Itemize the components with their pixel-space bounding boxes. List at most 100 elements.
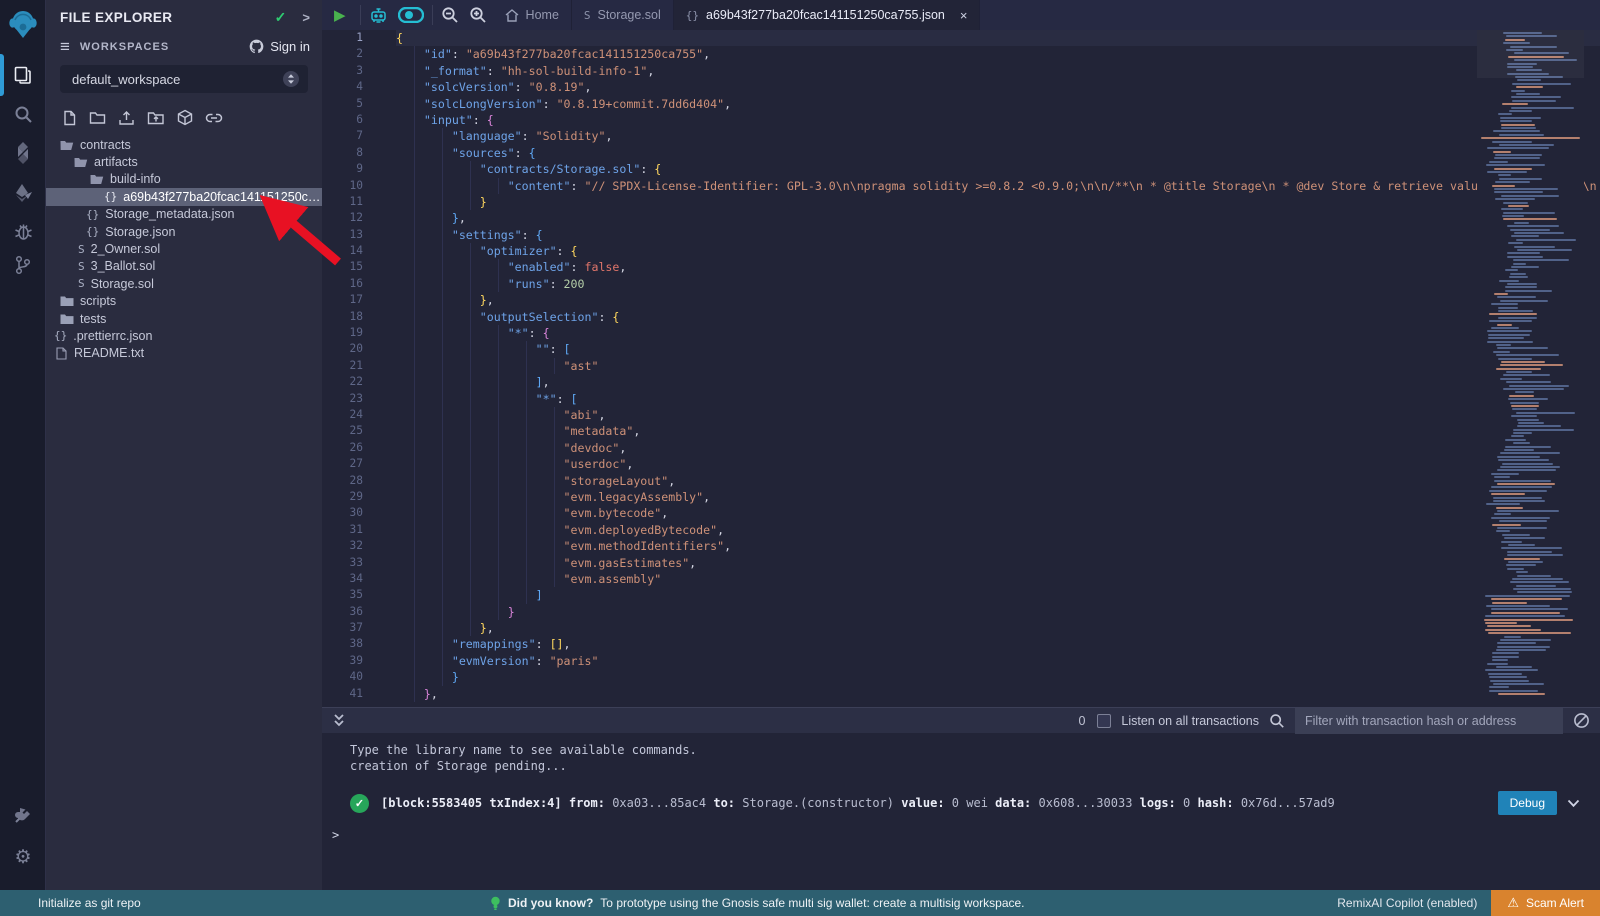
- folder-open-icon: [74, 156, 88, 168]
- tree-item-label: 3_Ballot.sol: [91, 259, 156, 273]
- tree-item-3-ballot-sol[interactable]: S3_Ballot.sol: [46, 258, 322, 275]
- code-line-8: "sources": {: [396, 145, 1600, 161]
- code-line-34: "evm.assembly": [396, 571, 1600, 587]
- tree-item--prettierrc-json[interactable]: {}.prettierrc.json: [46, 327, 322, 344]
- debug-button[interactable]: Debug: [1498, 791, 1557, 815]
- code-editor[interactable]: 1234567891011121314151617181920212223242…: [322, 30, 1600, 707]
- listen-all-checkbox[interactable]: [1097, 714, 1111, 728]
- file-icon: [54, 347, 68, 360]
- tree-item-label: Storage_metadata.json: [105, 207, 234, 221]
- code-line-31: "evm.deployedBytecode",: [396, 522, 1600, 538]
- tree-item-build-info[interactable]: build-info: [46, 171, 322, 188]
- workspace-select[interactable]: default_workspace: [60, 65, 308, 93]
- tree-item-label: contracts: [80, 138, 131, 152]
- workspaces-row: ≡ WORKSPACES Sign in: [46, 30, 322, 61]
- run-script-button[interactable]: ▶: [328, 6, 352, 24]
- editor-area: ▶ Home S Storage.sol {} a69b43f: [322, 0, 1600, 890]
- code-line-4: "solcVersion": "0.8.19",: [396, 79, 1600, 95]
- new-file-icon[interactable]: [62, 110, 77, 126]
- tree-item-artifacts[interactable]: artifacts: [46, 153, 322, 170]
- file-tree: contracts artifacts build-info{}a69b43f277…: [46, 136, 322, 362]
- expand-tx-chevron-icon[interactable]: [1567, 799, 1580, 808]
- workspaces-menu-icon[interactable]: ≡: [60, 38, 70, 55]
- json-file-icon: {}: [686, 9, 699, 22]
- tree-item-contracts[interactable]: contracts: [46, 136, 322, 153]
- code-line-39: "evmVersion": "paris": [396, 653, 1600, 669]
- tree-item-storage-json[interactable]: {}Storage.json: [46, 223, 322, 240]
- line-number-gutter: 1234567891011121314151617181920212223242…: [322, 30, 378, 707]
- code-line-26: "devdoc",: [396, 440, 1600, 456]
- code-line-21: "ast": [396, 358, 1600, 374]
- tip-text: To prototype using the Gnosis safe multi…: [600, 896, 1024, 910]
- terminal-prompt[interactable]: >: [332, 828, 339, 842]
- file-explorer-icon[interactable]: [0, 58, 46, 92]
- collapse-chevron-icon[interactable]: >: [302, 10, 310, 25]
- code-line-11: }: [396, 194, 1600, 210]
- tree-item-label: artifacts: [94, 155, 138, 169]
- deploy-run-icon[interactable]: [0, 176, 46, 210]
- json-file-icon: {}: [54, 329, 67, 342]
- scam-alert-badge[interactable]: ⚠ Scam Alert: [1491, 890, 1600, 916]
- solidity-file-icon: S: [78, 277, 85, 290]
- copilot-status[interactable]: RemixAI Copilot (enabled): [1337, 896, 1477, 910]
- tree-item-label: Storage.json: [105, 225, 175, 239]
- minimap-slider[interactable]: [1477, 30, 1584, 78]
- link-icon[interactable]: [205, 111, 223, 125]
- plugin-manager-icon[interactable]: [0, 798, 46, 832]
- file-explorer-toolbar: [46, 103, 322, 134]
- cube-icon[interactable]: [177, 109, 193, 126]
- search-icon[interactable]: [0, 97, 46, 131]
- code-line-14: "optimizer": {: [396, 243, 1600, 259]
- settings-gear-icon[interactable]: ⚙: [0, 840, 46, 874]
- tree-item-label: scripts: [80, 294, 116, 308]
- transaction-log-row[interactable]: ✓ [block:5583405 txIndex:4] from: 0xa03.…: [350, 791, 1580, 815]
- tab-storage-sol[interactable]: S Storage.sol: [572, 0, 674, 30]
- tree-item-storage-sol[interactable]: SStorage.sol: [46, 275, 322, 292]
- git-init-status[interactable]: Initialize as git repo: [0, 896, 141, 910]
- tree-item-scripts[interactable]: scripts: [46, 293, 322, 310]
- home-icon: [505, 9, 519, 22]
- terminal-search-icon: [1269, 713, 1285, 729]
- git-icon[interactable]: [0, 248, 46, 282]
- tree-item-readme-txt[interactable]: README.txt: [46, 345, 322, 362]
- remix-logo-icon[interactable]: [0, 5, 46, 43]
- github-sign-in[interactable]: Sign in: [249, 39, 310, 54]
- code-line-22: ],: [396, 374, 1600, 390]
- zoom-out-icon[interactable]: [441, 6, 459, 24]
- clear-console-icon[interactable]: [1573, 712, 1590, 729]
- close-tab-icon[interactable]: ×: [960, 8, 968, 23]
- transaction-filter-input[interactable]: [1295, 708, 1563, 734]
- tree-item-a69b43f277ba20fcac141151250ca7-[interactable]: {}a69b43f277ba20fcac141151250ca7...: [46, 188, 322, 205]
- code-line-38: "remappings": [],: [396, 636, 1600, 652]
- code-line-25: "metadata",: [396, 423, 1600, 439]
- tree-item-tests[interactable]: tests: [46, 310, 322, 327]
- solidity-file-icon: S: [584, 9, 591, 22]
- code-line-37: },: [396, 620, 1600, 636]
- debugger-icon[interactable]: [0, 214, 46, 248]
- tree-item-2-owner-sol[interactable]: S2_Owner.sol: [46, 240, 322, 257]
- code-line-13: "settings": {: [396, 227, 1600, 243]
- copilot-toggle[interactable]: [398, 7, 424, 23]
- tab-build-info-json[interactable]: {} a69b43f277ba20fcac141151250ca755.json…: [674, 0, 981, 30]
- transaction-count: 0: [1078, 714, 1085, 728]
- tree-item-storage-metadata-json[interactable]: {}Storage_metadata.json: [46, 206, 322, 223]
- tx-success-icon: ✓: [350, 794, 369, 813]
- scam-alert-label: Scam Alert: [1526, 896, 1584, 910]
- new-folder-icon[interactable]: [89, 110, 106, 125]
- tab-home[interactable]: Home: [493, 0, 572, 30]
- minimap[interactable]: [1477, 30, 1584, 707]
- workspace-name: default_workspace: [72, 72, 282, 87]
- terminal-output[interactable]: Type the library name to see available c…: [322, 734, 1600, 890]
- upload-folder-icon[interactable]: [147, 110, 165, 125]
- tree-item-label: tests: [80, 312, 106, 326]
- select-spinner-icon[interactable]: [282, 70, 300, 88]
- code-content: { "id": "a69b43f277ba20fcac141151250ca75…: [378, 30, 1600, 707]
- tree-item-label: README.txt: [74, 346, 144, 360]
- zoom-in-icon[interactable]: [469, 6, 487, 24]
- did-you-know-tip: Did you know? To prototype using the Gno…: [490, 896, 1025, 911]
- terminal-panel: 0 Listen on all transactions Type the li…: [322, 707, 1600, 890]
- expand-terminal-icon[interactable]: [332, 713, 346, 728]
- ai-copilot-robot-icon[interactable]: [369, 6, 388, 24]
- solidity-compiler-icon[interactable]: [0, 136, 46, 170]
- upload-file-icon[interactable]: [118, 110, 135, 126]
